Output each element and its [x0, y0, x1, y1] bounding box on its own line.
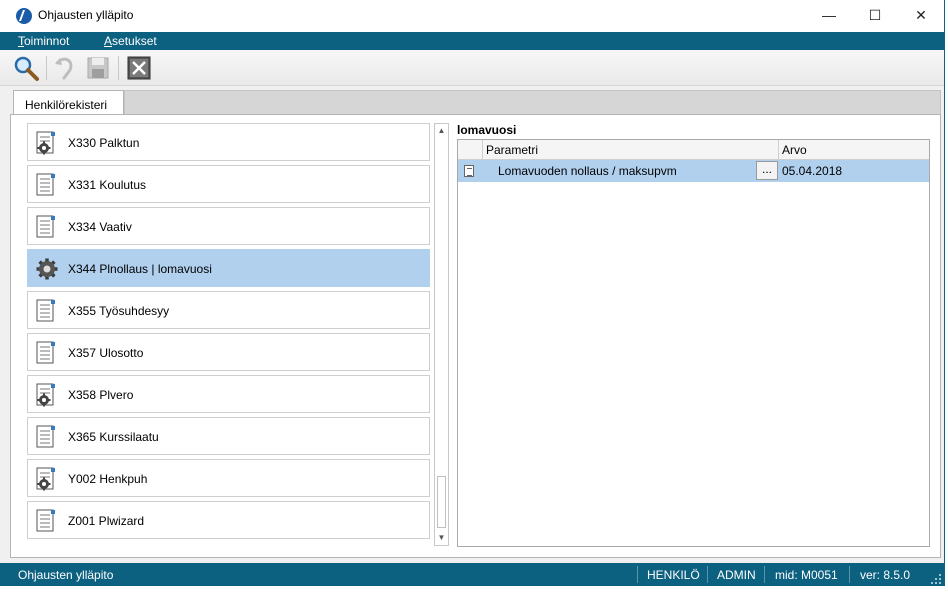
- title-bar: Ohjausten ylläpito — ☐ ✕: [0, 0, 948, 32]
- undo-button[interactable]: [52, 54, 80, 82]
- list-item[interactable]: X344 Plnollaus | lomavuosi: [27, 249, 430, 287]
- document-icon: [35, 425, 57, 449]
- document-gear-icon: [35, 131, 57, 155]
- close-box-icon: [127, 56, 151, 80]
- status-version: ver: 8.5.0: [860, 568, 911, 582]
- tab-strip: [124, 90, 941, 114]
- document-icon: [35, 509, 57, 533]
- status-bar: Ohjausten ylläpito HENKILÖ ADMIN mid: M0…: [0, 563, 944, 586]
- close-tab-button[interactable]: [125, 54, 153, 82]
- list-item-label: X358 Plvero: [68, 388, 134, 402]
- close-window-button[interactable]: ✕: [898, 0, 944, 32]
- document-gear-icon: [35, 383, 57, 407]
- list-item-label: X365 Kurssilaatu: [68, 430, 159, 444]
- list-item[interactable]: X355 Työsuhdesyy: [27, 291, 430, 329]
- status-separator: [637, 566, 638, 583]
- app-logo-icon: [16, 8, 32, 24]
- search-button[interactable]: [12, 54, 40, 82]
- search-icon: [14, 56, 39, 81]
- grid-header: Parametri Arvo: [458, 140, 929, 160]
- document-icon: [35, 215, 57, 239]
- list-item[interactable]: X334 Vaativ: [27, 207, 430, 245]
- tab-panel: X330 Palktun X331 Koulutus X334 Vaativ X344…: [10, 114, 941, 558]
- list-item-label: Z001 Plwizard: [68, 514, 145, 528]
- maximize-button[interactable]: ☐: [852, 0, 898, 32]
- background-window-edge: [944, 0, 948, 592]
- document-gear-icon: [35, 467, 57, 491]
- list-item[interactable]: Z001 Plwizard: [27, 501, 430, 539]
- minimize-button[interactable]: —: [806, 0, 852, 32]
- resize-grip-icon[interactable]: [930, 573, 942, 585]
- list-item-label: X355 Työsuhdesyy: [68, 304, 170, 318]
- column-header-parametri[interactable]: Parametri: [486, 143, 538, 157]
- scroll-thumb[interactable]: [437, 476, 446, 528]
- window-title: Ohjausten ylläpito: [38, 8, 134, 22]
- client-area: Henkilörekisteri X330 Palktun X331 Koulut…: [0, 86, 944, 563]
- ellipsis-button[interactable]: ...: [756, 161, 778, 180]
- scroll-up-arrow-icon[interactable]: ▲: [435, 124, 448, 138]
- list-item[interactable]: X358 Plvero: [27, 375, 430, 413]
- parameter-name: Lomavuoden nollaus / maksupvm: [498, 164, 677, 178]
- save-icon: [87, 57, 109, 79]
- status-module: HENKILÖ: [647, 568, 700, 582]
- grid-title: lomavuosi: [457, 123, 517, 137]
- list-item[interactable]: X365 Kurssilaatu: [27, 417, 430, 455]
- document-icon: [35, 341, 57, 365]
- menu-bar: Toiminnot Asetukset: [0, 32, 944, 50]
- list-item-label: Y002 Henkpuh: [68, 472, 148, 486]
- column-separator: [778, 140, 779, 160]
- column-header-arvo[interactable]: Arvo: [782, 143, 807, 157]
- toolbar: [0, 50, 944, 86]
- status-separator: [764, 566, 765, 583]
- save-button[interactable]: [84, 54, 112, 82]
- menu-asetukset[interactable]: Asetukset: [104, 34, 157, 48]
- background-window-strip: [0, 586, 948, 592]
- status-text: Ohjausten ylläpito: [18, 568, 114, 582]
- list-scrollbar[interactable]: ▲ ▼: [434, 123, 449, 546]
- list-item[interactable]: X357 Ulosotto: [27, 333, 430, 371]
- tab-henkilorekisteri[interactable]: Henkilörekisteri: [13, 90, 124, 115]
- list-item-label: X334 Vaativ: [68, 220, 132, 234]
- list-item[interactable]: X331 Koulutus: [27, 165, 430, 203]
- menu-toiminnot[interactable]: Toiminnot: [18, 34, 69, 48]
- table-row[interactable]: Lomavuoden nollaus / maksupvm ... 05.04.…: [458, 160, 929, 182]
- toolbar-separator: [118, 56, 119, 80]
- toolbar-separator: [46, 56, 47, 80]
- scroll-down-arrow-icon[interactable]: ▼: [435, 531, 448, 545]
- parameter-value[interactable]: 05.04.2018: [782, 164, 842, 178]
- status-user: ADMIN: [717, 568, 756, 582]
- status-separator: [849, 566, 850, 583]
- list-item[interactable]: X330 Palktun: [27, 123, 430, 161]
- status-mid: mid: M0051: [775, 568, 838, 582]
- parameter-grid: Parametri Arvo Lomavuoden nollaus / maks…: [457, 139, 930, 547]
- list-item-label: X330 Palktun: [68, 136, 140, 150]
- list-item-label: X344 Plnollaus | lomavuosi: [68, 262, 212, 276]
- document-icon: [35, 173, 57, 197]
- undo-icon: [55, 57, 73, 80]
- list-item-label: X357 Ulosotto: [68, 346, 144, 360]
- row-document-icon: [464, 165, 474, 177]
- status-separator: [707, 566, 708, 583]
- list-item-label: X331 Koulutus: [68, 178, 147, 192]
- document-icon: [35, 299, 57, 323]
- list-item[interactable]: Y002 Henkpuh: [27, 459, 430, 497]
- column-separator: [482, 140, 483, 160]
- gear-icon: [35, 257, 58, 281]
